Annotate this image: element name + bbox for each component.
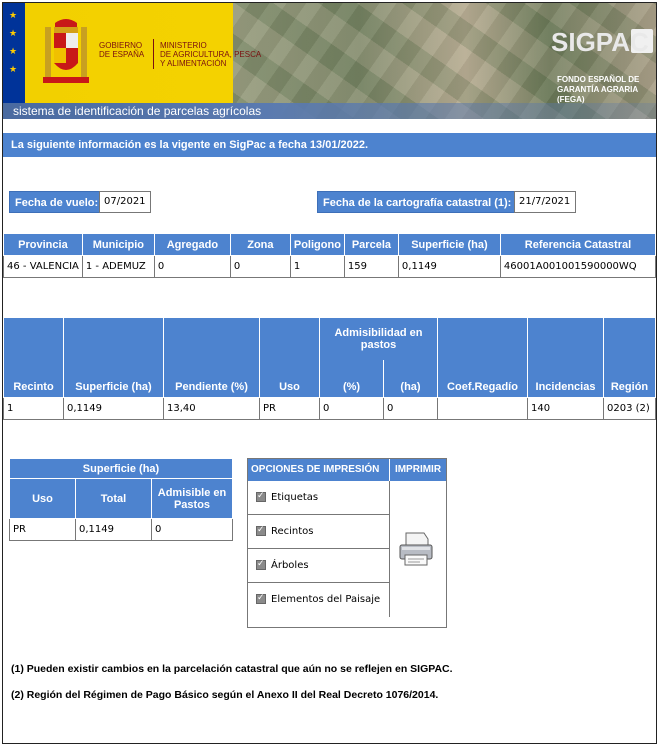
fega-text: FONDO ESPAÑOL DE GARANTÍA AGRARIA (FEGA) — [557, 75, 640, 104]
column-header: (%) — [319, 359, 384, 398]
table-cell: 13,40 — [163, 397, 260, 420]
fecha-vuelo-label: Fecha de vuelo: — [9, 191, 105, 213]
print-header: IMPRIMIR — [390, 459, 446, 481]
admisibilidad-header: Admisibilidad en pastos — [319, 317, 438, 360]
column-header: Pendiente (%) — [163, 317, 260, 398]
column-header: Municipio — [81, 233, 155, 256]
column-header: Región — [603, 317, 656, 398]
column-header: Coef.Regadío — [437, 317, 528, 398]
table-cell: 46 - VALENCIA — [3, 255, 83, 278]
checkbox-checked-icon[interactable] — [256, 523, 266, 537]
option-recintos[interactable]: Recintos — [248, 515, 390, 549]
table-cell: PR — [9, 518, 76, 541]
site-subtitle: sistema de identificación de parcelas ag… — [13, 104, 262, 118]
ministerio-text: MINISTERIO DE AGRICULTURA, PESCA Y ALIMENT… — [160, 41, 262, 68]
page-frame: ★ ★ ★ ★ GOBIERNO DE ESPAÑA MINISTERIO DE AGRI… — [2, 2, 657, 744]
table-cell: 1 — [3, 397, 64, 420]
table-cell: 1 — [289, 255, 345, 278]
table-group-row: Recinto Superficie (ha) Pendiente (%) Us… — [3, 317, 656, 398]
footnote-1: (1) Pueden existir cambios en la parcela… — [11, 663, 453, 675]
column-header: Agregado — [153, 233, 231, 256]
print-options-panel: OPCIONES DE IMPRESIÓN IMPRIMIR Etiquetas… — [247, 458, 447, 628]
footnote-2: (2) Región del Régimen de Pago Básico se… — [11, 689, 439, 701]
table-cell: 0 — [383, 397, 438, 420]
superficie-title: Superficie (ha) — [9, 458, 233, 479]
gobierno-text: GOBIERNO DE ESPAÑA — [99, 41, 145, 59]
checkbox-checked-icon[interactable] — [256, 489, 266, 503]
parcela-table: Provincia Municipio Agregado Zona Poligo… — [3, 233, 656, 278]
fecha-cartografia-value: 21/7/2021 — [514, 191, 576, 213]
column-header: Admisible en Pastos — [151, 478, 233, 519]
checkbox-checked-icon[interactable] — [256, 591, 266, 605]
subtitle-bar: sistema de identificación de parcelas ag… — [3, 103, 656, 119]
checkbox-checked-icon[interactable] — [256, 557, 266, 571]
fecha-cartografia-label: Fecha de la cartografía catastral (1): — [317, 191, 518, 213]
column-header: Referencia Catastral — [499, 233, 656, 256]
recinto-table: Recinto Superficie (ha) Pendiente (%) Us… — [3, 317, 656, 420]
table-cell: 0 — [229, 255, 291, 278]
table-cell: 0,1149 — [63, 397, 164, 420]
header-separator — [153, 39, 154, 69]
column-header: Superficie (ha) — [63, 317, 164, 398]
table-cell: PR — [259, 397, 320, 420]
table-cell: 0203 (2) — [603, 397, 656, 420]
option-etiquetas[interactable]: Etiquetas — [248, 481, 390, 515]
header-banner: ★ ★ ★ ★ GOBIERNO DE ESPAÑA MINISTERIO DE AGRI… — [3, 3, 656, 119]
table-row: PR 0,1149 0 — [9, 518, 233, 541]
table-cell: 0,1149 — [75, 518, 152, 541]
eu-flag: ★ ★ ★ ★ — [3, 3, 25, 103]
table-row: 46 - VALENCIA 1 - ADEMUZ 0 0 1 159 0,114… — [3, 255, 656, 278]
column-header: Provincia — [3, 233, 83, 256]
option-label: Elementos del Paisaje — [271, 594, 381, 605]
table-cell: 159 — [343, 255, 399, 278]
column-header: Poligono — [289, 233, 345, 256]
column-header: Total — [75, 478, 152, 519]
table-cell: 0 — [153, 255, 231, 278]
coat-of-arms-icon — [43, 19, 89, 83]
table-header-row: Provincia Municipio Agregado Zona Poligo… — [3, 233, 656, 256]
table-cell: 0 — [319, 397, 384, 420]
column-header: Uso — [9, 478, 76, 519]
column-header: Zona — [229, 233, 291, 256]
sigpac-logo: SIGPAC — [551, 27, 649, 57]
option-label: Recintos — [271, 526, 314, 537]
table-cell: 1 - ADEMUZ — [81, 255, 155, 278]
column-header: Parcela — [343, 233, 399, 256]
table-title-row: Superficie (ha) — [9, 458, 233, 479]
column-header: Uso — [259, 317, 320, 398]
fecha-vuelo-value: 07/2021 — [99, 191, 151, 213]
print-options-title: OPCIONES DE IMPRESIÓN — [248, 459, 390, 481]
table-cell: 0,1149 — [397, 255, 501, 278]
option-label: Árboles — [271, 560, 309, 571]
option-label: Etiquetas — [271, 492, 319, 503]
table-row: 1 0,1149 13,40 PR 0 0 140 0203 (2) — [3, 397, 656, 420]
column-header: Superficie (ha) — [397, 233, 501, 256]
table-cell: 140 — [527, 397, 604, 420]
option-elementos-paisaje[interactable]: Elementos del Paisaje — [248, 583, 390, 617]
info-strip: La siguiente información es la vigente e… — [3, 133, 656, 157]
option-arboles[interactable]: Árboles — [248, 549, 390, 583]
superficie-table: Superficie (ha) Uso Total Admisible en P… — [9, 458, 233, 541]
table-cell: 46001A001001590000WQ — [499, 255, 656, 278]
printer-icon[interactable] — [396, 529, 436, 569]
table-cell: 0 — [151, 518, 233, 541]
table-header-row: Uso Total Admisible en Pastos — [9, 478, 233, 519]
column-header: Incidencias — [527, 317, 604, 398]
column-header: Recinto — [3, 317, 64, 398]
table-cell — [437, 397, 528, 420]
column-header: (ha) — [383, 359, 438, 398]
